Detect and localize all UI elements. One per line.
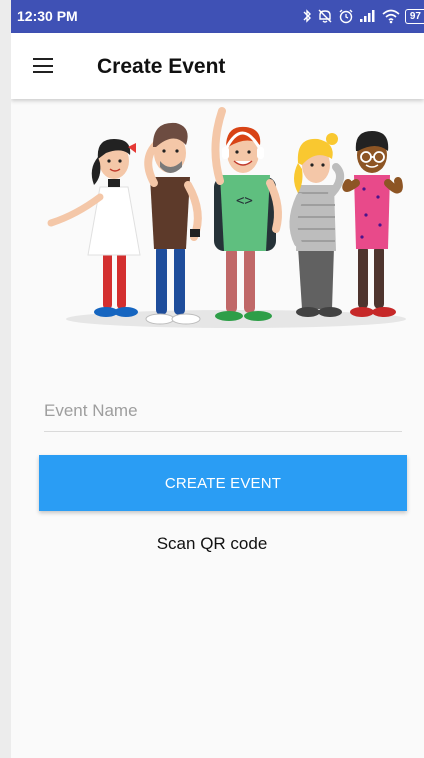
signal-icon: [359, 10, 375, 22]
hamburger-menu-icon[interactable]: [33, 56, 53, 76]
person-man-pink-shirt: [342, 131, 403, 317]
person-woman-blonde: [289, 133, 345, 317]
alarm-icon: [339, 9, 353, 24]
status-bar: 12:30 PM 97: [11, 0, 424, 33]
battery-icon: 97: [404, 8, 424, 24]
event-name-field[interactable]: [44, 395, 402, 432]
page-title: Create Event: [97, 55, 226, 78]
status-time: 12:30 PM: [17, 8, 78, 24]
app-bar: Create Event: [11, 33, 424, 99]
bluetooth-icon: [303, 9, 311, 23]
person-guy-brown-shirt: [144, 122, 202, 325]
people-group-illustration: <>: [47, 107, 406, 328]
app-screen: 12:30 PM 97 Create Event <> Event Name C…: [11, 0, 424, 758]
scan-qr-code-link[interactable]: Scan QR code: [11, 534, 424, 554]
wifi-icon: [382, 9, 400, 24]
status-icons: 97: [297, 6, 424, 26]
battery-level: 97: [404, 8, 424, 24]
person-guy-green-shirt: <>: [211, 107, 282, 321]
mute-icon: [318, 9, 332, 23]
create-event-button[interactable]: CREATE EVENT: [39, 455, 407, 511]
svg-text:<>: <>: [236, 193, 253, 209]
person-girl-white-dress: [47, 139, 141, 317]
